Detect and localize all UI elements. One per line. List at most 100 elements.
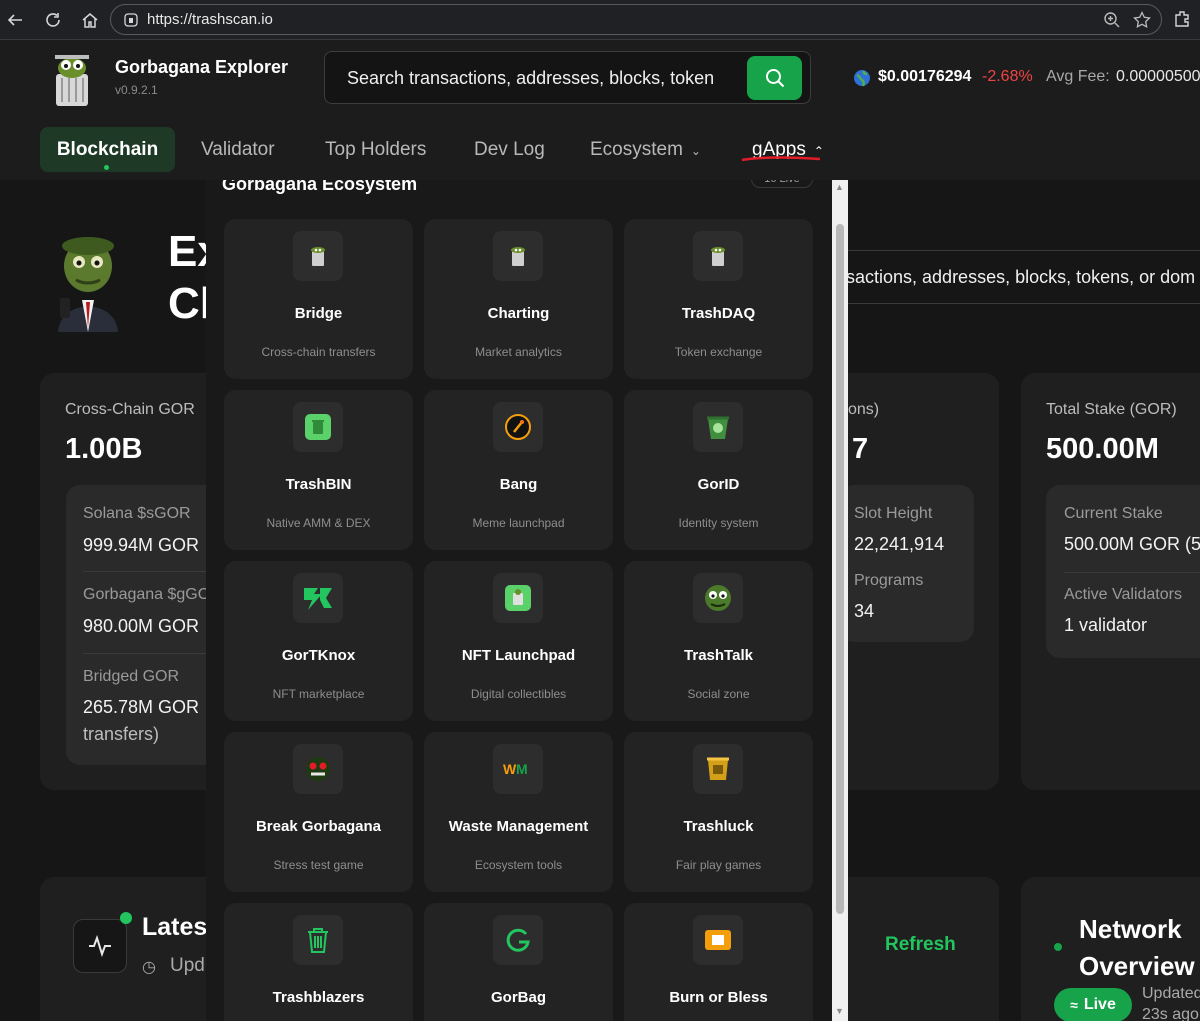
app-name: Bridge (294, 305, 343, 322)
app-card-trashluck[interactable]: Trashluck Fair play games (624, 732, 813, 892)
favorite-star-icon[interactable] (1133, 10, 1151, 34)
home-icon[interactable] (79, 9, 101, 31)
tab-gapps[interactable]: gApps ⌃ (752, 127, 824, 172)
app-name: Burn or Bless (669, 989, 768, 1006)
app-card-trashtalk[interactable]: TrashTalk Social zone (624, 561, 813, 721)
brand-title[interactable]: Gorbagana Explorer (115, 57, 288, 78)
slot-programs-box: Slot Height 22,241,914 Programs 34 (840, 485, 974, 642)
row-value: 265.78M GOR (83, 697, 200, 717)
monster-face-icon (293, 744, 343, 794)
app-card-waste-management[interactable]: WM Waste Management Ecosystem tools (424, 732, 613, 892)
pin-badge-icon (693, 915, 743, 965)
green-bin-icon (293, 402, 343, 452)
scroll-down-arrow-icon[interactable]: ▼ (835, 1006, 844, 1016)
wifi-icon: ≈ (1070, 997, 1078, 1013)
gortknox-logo-icon (293, 573, 343, 623)
header-search-bar[interactable]: Search transactions, addresses, blocks, … (324, 51, 811, 104)
app-name: GorTKnox (281, 647, 356, 664)
row-label: Bridged GOR (83, 668, 180, 685)
stake-details-box: Current Stake 500.00M GOR (5 Active Vali… (1046, 485, 1200, 658)
globe-icon (853, 69, 871, 92)
latest-subtitle: Upd (170, 955, 205, 976)
app-card-nft-launchpad[interactable]: NFT Launchpad Digital collectibles (424, 561, 613, 721)
app-card-gorbag[interactable]: GorBag (424, 903, 613, 1021)
card-title: Total Stake (GOR) (1046, 401, 1177, 418)
app-description: Cross-chain transfers (261, 345, 376, 359)
reload-icon[interactable] (42, 9, 64, 31)
row-note: transfers) (83, 724, 160, 744)
panel-heading: Gorbagana Ecosystem (222, 180, 418, 194)
zoom-icon[interactable] (1103, 11, 1121, 34)
app-name: TrashTalk (684, 647, 753, 664)
app-name: NFT Launchpad (461, 647, 576, 664)
live-count-badge: 16 Live (751, 180, 813, 188)
app-name: TrashDAQ (681, 305, 756, 322)
gapps-dropdown-panel: Gorbagana Ecosystem 16 Live Bridge Cross… (206, 180, 848, 1021)
app-card-charting[interactable]: Charting Market analytics (424, 219, 613, 379)
refresh-button[interactable]: Refresh (885, 934, 956, 956)
network-overview-title: Network Overview (1079, 914, 1195, 981)
divider (83, 571, 223, 572)
updated-label: Updated (1142, 985, 1200, 1002)
app-description: Native AMM & DEX (266, 516, 371, 530)
app-description: Ecosystem tools (474, 858, 563, 872)
oscar-face-icon (693, 573, 743, 623)
divider (1064, 572, 1200, 573)
hero-search-text: sactions, addresses, blocks, tokens, or … (846, 267, 1196, 287)
divider (83, 653, 223, 654)
app-card-trashdaq[interactable]: TrashDAQ Token exchange (624, 219, 813, 379)
panel-scrollbar[interactable]: ▲ ▼ (832, 180, 848, 1021)
card-value: 1.00B (65, 433, 143, 465)
updated-ago: 23s ago (1142, 1006, 1199, 1021)
gold-bin-icon (693, 744, 743, 794)
app-description: Digital collectibles (470, 687, 567, 701)
row-label: Solana $sGOR (83, 505, 191, 522)
app-card-burn-or-bless[interactable]: Burn or Bless (624, 903, 813, 1021)
trashcan-icon (293, 231, 343, 281)
tab-blockchain[interactable]: Blockchain (40, 127, 175, 172)
avg-fee-label: Avg Fee: (1046, 68, 1110, 85)
app-card-trashblazers[interactable]: Trashblazers (224, 903, 413, 1021)
browser-toolbar: https://trashscan.io (0, 0, 1200, 40)
wm-logo-icon: WM (493, 744, 543, 794)
live-dot (120, 912, 132, 924)
tab-validator[interactable]: Validator (201, 127, 275, 172)
back-arrow-icon[interactable] (4, 9, 26, 31)
site-info-icon[interactable] (123, 12, 139, 33)
g-logo-icon (493, 915, 543, 965)
extensions-icon[interactable] (1172, 9, 1192, 34)
tab-ecosystem[interactable]: Ecosystem ⌄ (590, 127, 701, 172)
tab-dev-log[interactable]: Dev Log (474, 127, 545, 172)
hero-search-input[interactable]: sactions, addresses, blocks, tokens, or … (836, 250, 1200, 304)
row-value: 980.00M GOR (83, 616, 200, 636)
app-card-break-gorbagana[interactable]: Break Gorbagana Stress test game (224, 732, 413, 892)
app-header: Gorbagana Explorer v0.9.2.1 Search trans… (0, 40, 1200, 180)
chevron-down-icon: ⌄ (690, 144, 701, 158)
tab-label: Blockchain (56, 139, 159, 160)
active-dot (104, 165, 109, 170)
app-card-gorid[interactable]: GorID Identity system (624, 390, 813, 550)
row-value: 999.94M GOR (83, 535, 200, 555)
clock-icon: ◷ (142, 959, 156, 976)
app-name: GorBag (490, 989, 546, 1006)
search-icon (765, 69, 784, 88)
trashcan-icon (693, 231, 743, 281)
scrollbar-thumb[interactable] (836, 224, 844, 914)
tab-top-holders[interactable]: Top Holders (325, 127, 426, 172)
latest-activity-card: Lates ◷ Upd (40, 877, 220, 1021)
mascot-avatar-icon (52, 228, 124, 332)
scroll-up-arrow-icon[interactable]: ▲ (835, 182, 844, 192)
search-input[interactable]: Search transactions, addresses, blocks, … (347, 68, 714, 89)
app-card-gortknox[interactable]: GorTKnox NFT marketplace (224, 561, 413, 721)
current-stake-value: 500.00M GOR (5 (1064, 534, 1200, 554)
app-card-bridge[interactable]: Bridge Cross-chain transfers (224, 219, 413, 379)
current-stake-label: Current Stake (1064, 505, 1163, 522)
app-description: Social zone (687, 687, 750, 701)
app-description: Identity system (678, 516, 759, 530)
app-card-bang[interactable]: Bang Meme launchpad (424, 390, 613, 550)
gorbagana-logo-icon[interactable] (50, 48, 94, 108)
app-name: Trashluck (683, 818, 754, 835)
search-button[interactable] (747, 56, 802, 100)
app-card-trashbin[interactable]: TrashBIN Native AMM & DEX (224, 390, 413, 550)
address-bar[interactable]: https://trashscan.io (110, 4, 1162, 35)
